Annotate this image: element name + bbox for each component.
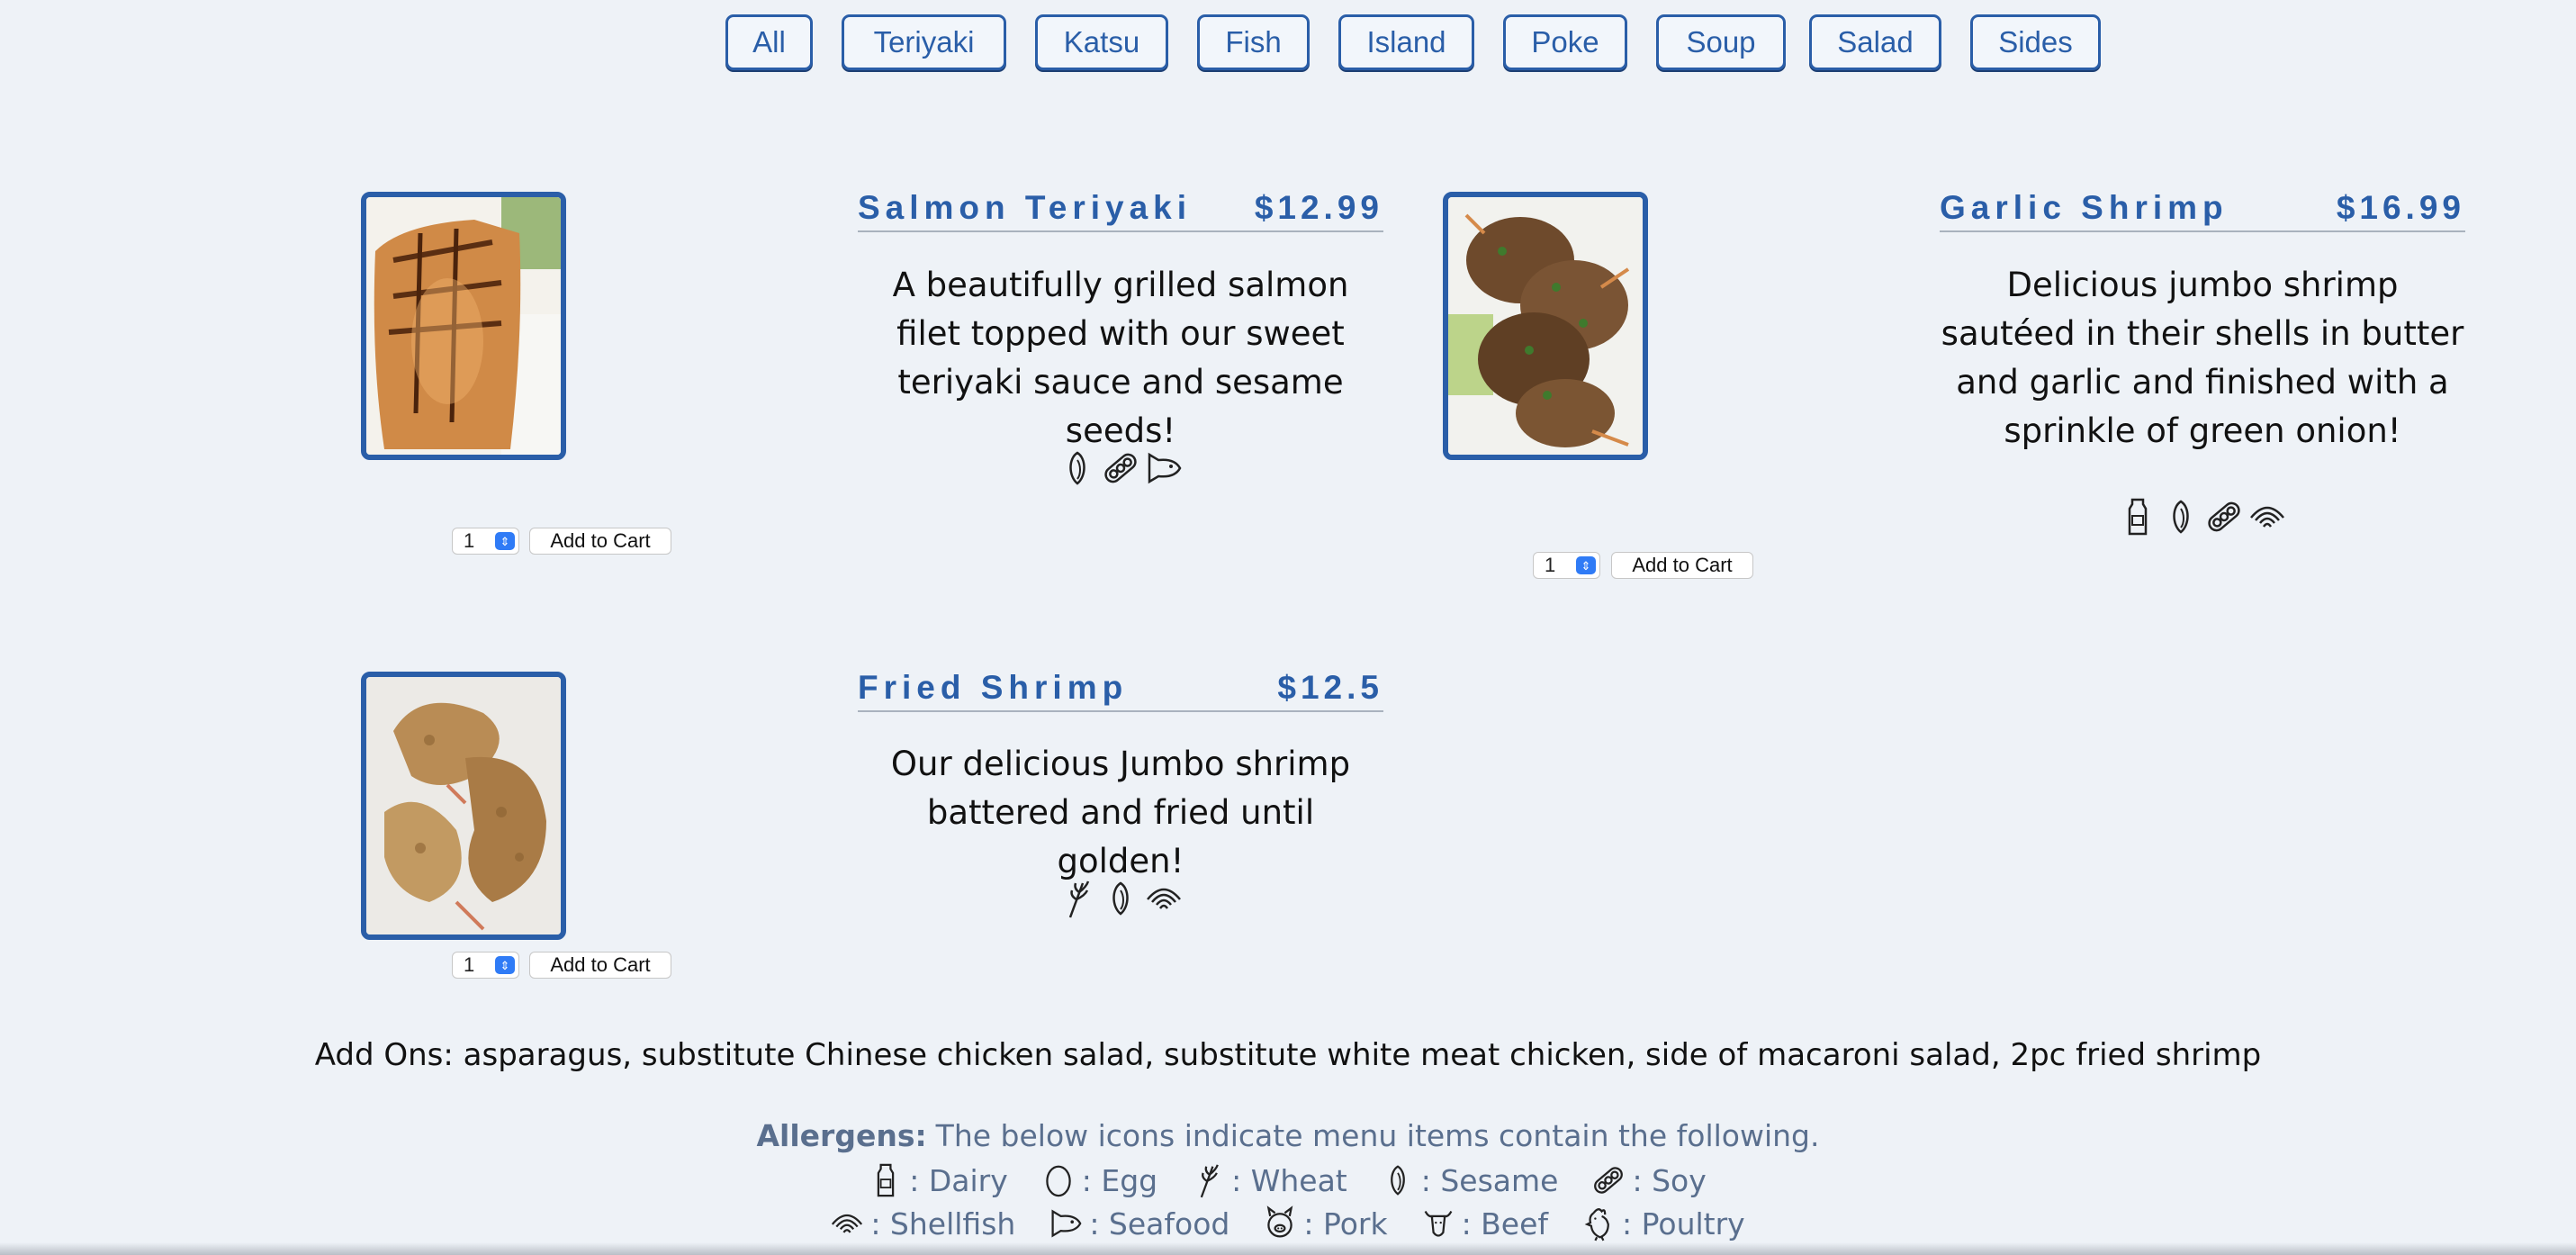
item-description: A beautifully grilled salmon filet toppe… — [892, 266, 1349, 450]
allergen-legend-row-2: : Shellfish : Seafood : Pork : Beef : Po… — [0, 1202, 2576, 1245]
beef-icon — [1422, 1204, 1455, 1243]
item-allergen-icons — [858, 447, 1383, 489]
item-price: $16.99 — [2336, 189, 2465, 226]
stepper-icon: ⇕ — [495, 956, 515, 974]
legend-dairy: : Dairy — [869, 1160, 1008, 1200]
category-salad-button[interactable]: Salad — [1809, 14, 1941, 70]
item-price: $12.99 — [1254, 189, 1383, 226]
item-description: Delicious jumbo shrimp sautéed in their … — [1941, 266, 2464, 450]
legend-beef: : Beef — [1422, 1204, 1548, 1243]
item-name: Garlic Shrimp — [1940, 189, 2229, 226]
allergens-title: Allergens: — [756, 1118, 927, 1153]
quantity-select[interactable]: 1 ⇕ — [1533, 552, 1600, 579]
sesame-icon — [2163, 496, 2199, 537]
item-allergen-icons — [858, 878, 1383, 919]
garlic-shrimp-photo — [1443, 192, 1648, 460]
pork-icon — [1264, 1204, 1296, 1243]
legend-sesame: : Sesame — [1382, 1160, 1558, 1200]
legend-wheat: : Wheat — [1192, 1160, 1347, 1200]
soy-icon — [2206, 496, 2242, 537]
stepper-icon: ⇕ — [1576, 556, 1596, 574]
salmon-teriyaki-photo — [361, 192, 566, 460]
category-sides-button[interactable]: Sides — [1970, 14, 2101, 70]
item-heading: Garlic Shrimp $16.99 — [1940, 185, 2465, 232]
sesame-icon — [1382, 1160, 1414, 1200]
category-all-button[interactable]: All — [725, 14, 813, 70]
category-island-button[interactable]: Island — [1338, 14, 1474, 70]
egg-icon — [1042, 1160, 1075, 1200]
category-katsu-button[interactable]: Katsu — [1035, 14, 1168, 70]
sesame-icon — [1059, 447, 1095, 489]
allergens-heading: Allergens: The below icons indicate menu … — [0, 1118, 2576, 1153]
item-name: Salmon Teriyaki — [858, 189, 1193, 226]
poultry-icon — [1582, 1204, 1615, 1243]
quantity-select[interactable]: 1 ⇕ — [452, 952, 519, 979]
legend-pork: : Pork — [1264, 1204, 1388, 1243]
sesame-icon — [1103, 878, 1139, 919]
page-bottom-edge — [0, 1242, 2576, 1255]
dairy-icon — [869, 1160, 902, 1200]
add-to-cart-button[interactable]: Add to Cart — [529, 952, 671, 979]
item-name: Fried Shrimp — [858, 669, 1129, 706]
allergens-subtitle: The below icons indicate menu items cont… — [935, 1118, 1820, 1153]
category-fish-button[interactable]: Fish — [1197, 14, 1310, 70]
shellfish-icon — [2249, 496, 2285, 537]
seafood-icon — [1146, 447, 1182, 489]
category-soup-button[interactable]: Soup — [1656, 14, 1786, 70]
legend-poultry: : Poultry — [1582, 1204, 1745, 1243]
legend-shellfish: : Shellfish — [831, 1204, 1015, 1243]
shellfish-icon — [1146, 878, 1182, 919]
add-ons-text: Add Ons: asparagus, substitute Chinese c… — [314, 1037, 2262, 1073]
item-heading: Fried Shrimp $12.5 — [858, 665, 1383, 712]
category-poke-button[interactable]: Poke — [1503, 14, 1627, 70]
item-heading: Salmon Teriyaki $12.99 — [858, 185, 1383, 232]
item-description: Our delicious Jumbo shrimp battered and … — [890, 745, 1351, 880]
dairy-icon — [2120, 496, 2156, 537]
category-teriyaki-button[interactable]: Teriyaki — [842, 14, 1006, 70]
category-nav: All Teriyaki Katsu Fish Island Poke Soup… — [0, 14, 2576, 76]
item-price: $12.5 — [1277, 669, 1383, 706]
seafood-icon — [1049, 1204, 1082, 1243]
shellfish-icon — [831, 1204, 863, 1243]
soy-icon — [1103, 447, 1139, 489]
allergen-legend-row-1: : Dairy : Egg : Wheat : Sesame : Soy — [0, 1159, 2576, 1202]
fried-shrimp-photo — [361, 672, 566, 940]
legend-egg: : Egg — [1042, 1160, 1157, 1200]
wheat-icon — [1059, 878, 1095, 919]
item-allergen-icons — [1940, 496, 2465, 537]
legend-seafood: : Seafood — [1049, 1204, 1229, 1243]
soy-icon — [1592, 1160, 1625, 1200]
quantity-select[interactable]: 1 ⇕ — [452, 528, 519, 555]
stepper-icon: ⇕ — [495, 532, 515, 550]
legend-soy: : Soy — [1592, 1160, 1707, 1200]
add-to-cart-button[interactable]: Add to Cart — [529, 528, 671, 555]
add-to-cart-button[interactable]: Add to Cart — [1611, 552, 1753, 579]
wheat-icon — [1192, 1160, 1224, 1200]
